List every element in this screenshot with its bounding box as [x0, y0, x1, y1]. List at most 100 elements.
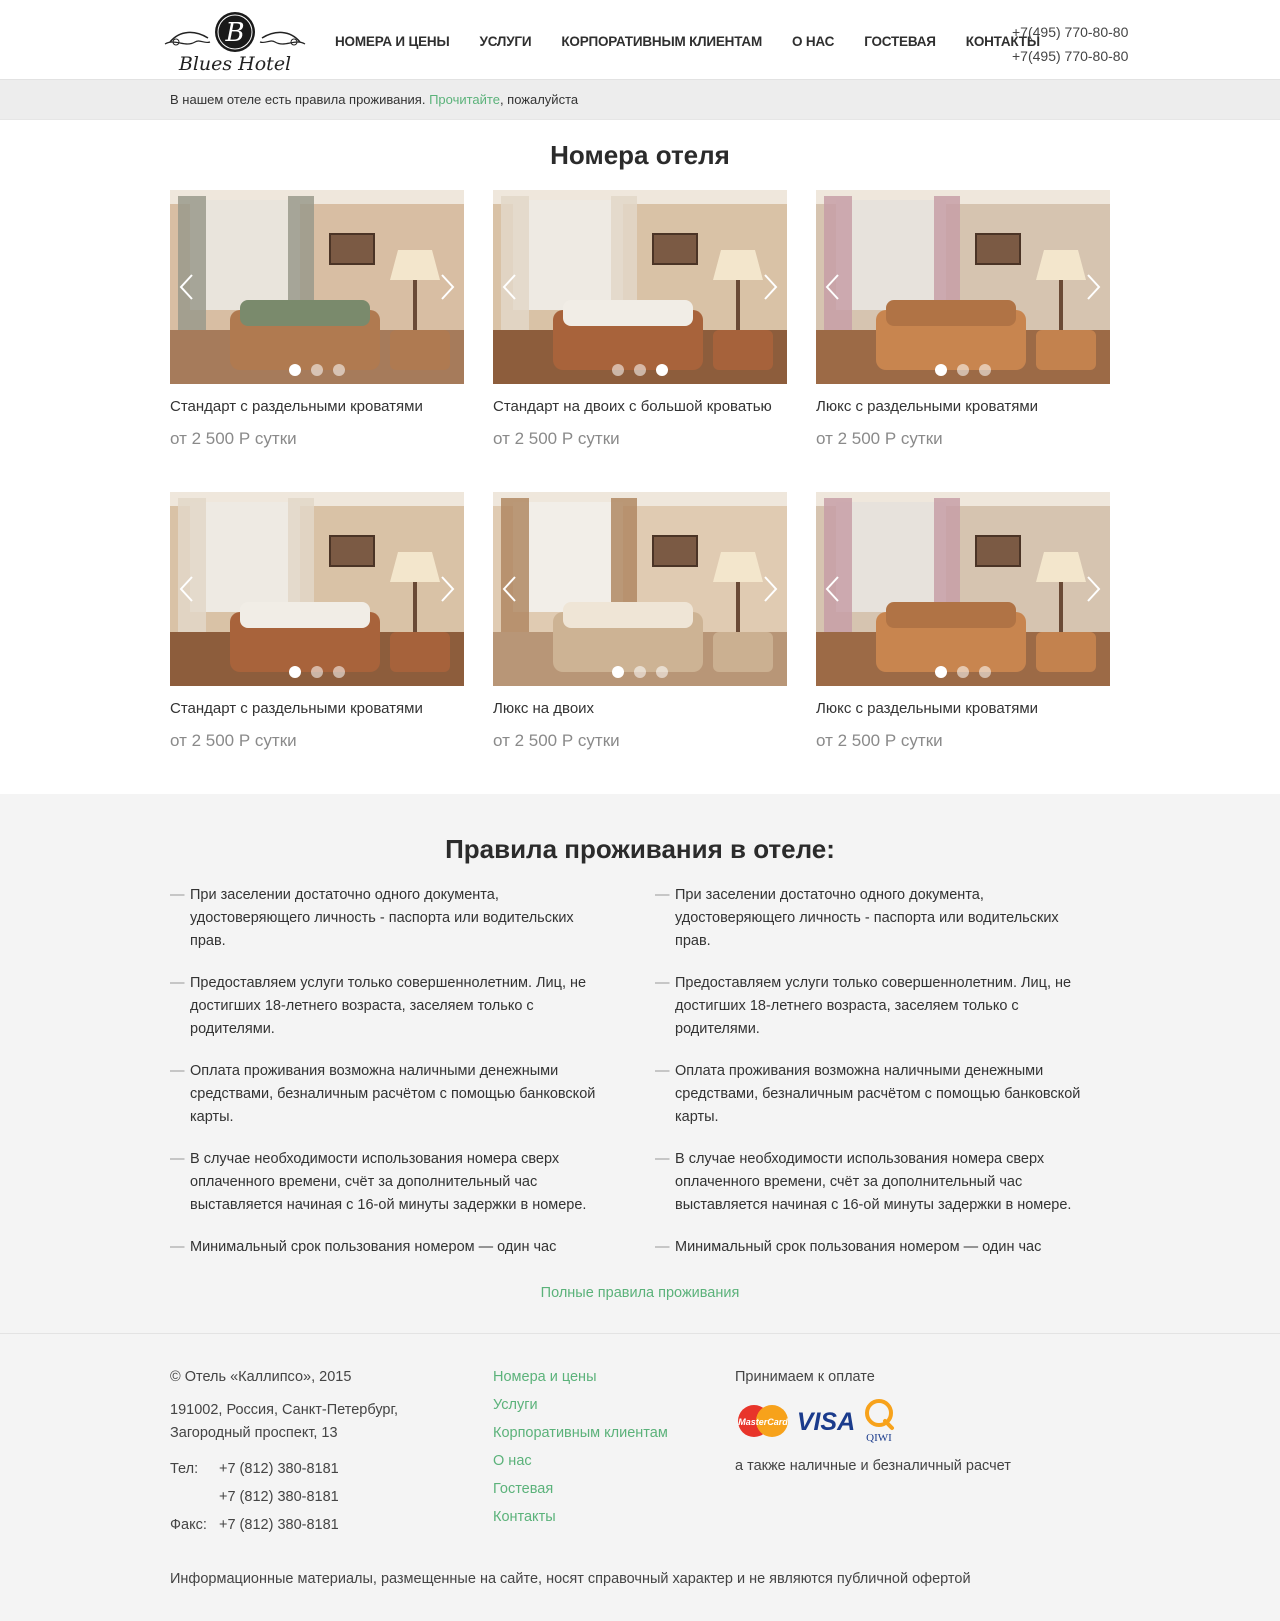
room-photo-slider[interactable] [493, 492, 787, 686]
fax-label: Факс: [170, 1517, 207, 1533]
chevron-right-icon[interactable] [759, 574, 781, 604]
chevron-left-icon[interactable] [176, 574, 198, 604]
phone-1[interactable]: +7(495) 770-80-80 [1012, 20, 1128, 44]
room-card[interactable]: Стандарт с раздельными кроватями от 2 500… [170, 492, 464, 751]
room-card[interactable]: Люкс на двоих от 2 500 Р сутки [493, 492, 787, 751]
slider-dot[interactable] [311, 364, 323, 376]
tel-row-2: +7 (812) 380-8181 [170, 1483, 470, 1511]
rule-item: При заселении достаточно одного документ… [655, 884, 1095, 953]
slider-dot[interactable] [935, 364, 947, 376]
room-photo [493, 492, 787, 686]
rooms-section: Номера отеля Стандарт с раздельными кров… [0, 120, 1280, 794]
slider-dot[interactable] [957, 666, 969, 678]
room-name[interactable]: Люкс с раздельными кроватями [816, 398, 1110, 415]
room-name[interactable]: Стандарт с раздельными кроватями [170, 398, 464, 415]
footer-link-about[interactable]: О нас [493, 1450, 713, 1478]
room-card[interactable]: Стандарт на двоих с большой кроватью от 2… [493, 190, 787, 449]
room-price: от 2 500 Р сутки [170, 731, 297, 750]
room-photo [170, 190, 464, 384]
notice-text-after: , пожалуйста [499, 92, 579, 107]
address-line-2: Загородный проспект, 13 [170, 1425, 338, 1441]
slider-dot[interactable] [634, 666, 646, 678]
room-price: от 2 500 Р сутки [816, 429, 943, 448]
slider-dot[interactable] [333, 364, 345, 376]
chevron-left-icon[interactable] [176, 272, 198, 302]
room-photo-slider[interactable] [816, 190, 1110, 384]
svg-text:VISA: VISA [797, 1408, 855, 1436]
phone-2[interactable]: +7(495) 770-80-80 [1012, 44, 1128, 68]
nav-corporate[interactable]: Корпоративным клиентам [561, 32, 762, 52]
logo-emblem: B Blues Hotel [164, 12, 306, 75]
room-photo-slider[interactable] [816, 492, 1110, 686]
nav-guestbook[interactable]: Гостевая [864, 32, 936, 52]
tel-number-2[interactable]: +7 (812) 380-8181 [219, 1483, 339, 1511]
room-photo-slider[interactable] [493, 190, 787, 384]
footer-link-services[interactable]: Услуги [493, 1394, 713, 1422]
slider-dot[interactable] [935, 666, 947, 678]
site-header: B Blues Hotel Номера и цены Услуги Корпо… [0, 0, 1280, 80]
chevron-left-icon[interactable] [499, 272, 521, 302]
rules-link-wrap: Полные правила проживания [0, 1285, 1280, 1301]
qiwi-icon: QIWI [865, 1399, 894, 1444]
full-rules-link[interactable]: Полные правила проживания [541, 1285, 740, 1301]
rule-item: В случае необходимости использования ном… [655, 1148, 1095, 1217]
slider-dot[interactable] [656, 666, 668, 678]
room-card[interactable]: Стандарт с раздельными кроватями от 2 500… [170, 190, 464, 449]
room-photo-slider[interactable] [170, 492, 464, 686]
room-card[interactable]: Люкс с раздельными кроватями от 2 500 Р с… [816, 492, 1110, 751]
slider-dot[interactable] [333, 666, 345, 678]
room-card[interactable]: Люкс с раздельными кроватями от 2 500 Р с… [816, 190, 1110, 449]
rules-column-left: При заселении достаточно одного документ… [170, 884, 610, 1278]
nav-services[interactable]: Услуги [480, 32, 532, 52]
tel-row-1: Тел: +7 (812) 380-8181 [170, 1455, 470, 1483]
rooms-title: Номера отеля [550, 140, 730, 170]
payment-note: а также наличные и безналичный расчет [735, 1458, 1011, 1474]
chevron-right-icon[interactable] [759, 272, 781, 302]
tel-number-1[interactable]: +7 (812) 380-8181 [219, 1455, 339, 1483]
chevron-left-icon[interactable] [822, 272, 844, 302]
notice-read-link[interactable]: Прочитайте [429, 92, 500, 107]
fax-row: Факс: +7 (812) 380-8181 [170, 1511, 470, 1539]
room-photo [493, 190, 787, 384]
room-name[interactable]: Люкс с раздельными кроватями [816, 700, 1110, 717]
tel-label: Тел: [170, 1461, 199, 1477]
svg-text:B: B [224, 18, 244, 48]
rule-item: В случае необходимости использования ном… [170, 1148, 610, 1217]
chevron-left-icon[interactable] [499, 574, 521, 604]
slider-dot[interactable] [656, 364, 668, 376]
slider-dot[interactable] [979, 364, 991, 376]
chevron-right-icon[interactable] [1082, 272, 1104, 302]
nav-about[interactable]: О нас [792, 32, 834, 52]
slider-dot[interactable] [289, 364, 301, 376]
chevron-left-icon[interactable] [822, 574, 844, 604]
room-name[interactable]: Стандарт с раздельными кроватями [170, 700, 464, 717]
hotel-logo[interactable]: B Blues Hotel [160, 8, 310, 76]
room-photo [170, 492, 464, 686]
room-name[interactable]: Стандарт на двоих с большой кроватью [493, 398, 787, 415]
footer-nav: Номера и цены Услуги Корпоративным клиен… [493, 1366, 713, 1534]
slider-dot[interactable] [311, 666, 323, 678]
chevron-right-icon[interactable] [1082, 574, 1104, 604]
footer-link-contacts[interactable]: Контакты [493, 1506, 713, 1534]
svg-text:Blues Hotel: Blues Hotel [178, 53, 291, 75]
rule-item: При заселении достаточно одного документ… [170, 884, 610, 953]
footer-link-guestbook[interactable]: Гостевая [493, 1478, 713, 1506]
footer-link-corporate[interactable]: Корпоративным клиентам [493, 1422, 713, 1450]
slider-dot[interactable] [634, 364, 646, 376]
address-line-1: 191002, Россия, Санкт-Петербург, [170, 1402, 399, 1418]
slider-dot[interactable] [957, 364, 969, 376]
nav-rooms-prices[interactable]: Номера и цены [335, 32, 450, 52]
rule-item: Минимальный срок пользования номером — о… [170, 1236, 610, 1259]
chevron-right-icon[interactable] [436, 574, 458, 604]
chevron-right-icon[interactable] [436, 272, 458, 302]
slider-dot[interactable] [289, 666, 301, 678]
slider-dot[interactable] [612, 666, 624, 678]
mastercard-icon: MasterCard [738, 1405, 788, 1437]
slider-dot[interactable] [612, 364, 624, 376]
room-name[interactable]: Люкс на двоих [493, 700, 787, 717]
slider-dots [493, 364, 787, 376]
notice-bar: В нашем отеле есть правила проживания. П… [0, 80, 1280, 120]
slider-dot[interactable] [979, 666, 991, 678]
room-photo-slider[interactable] [170, 190, 464, 384]
footer-link-rooms[interactable]: Номера и цены [493, 1366, 713, 1394]
